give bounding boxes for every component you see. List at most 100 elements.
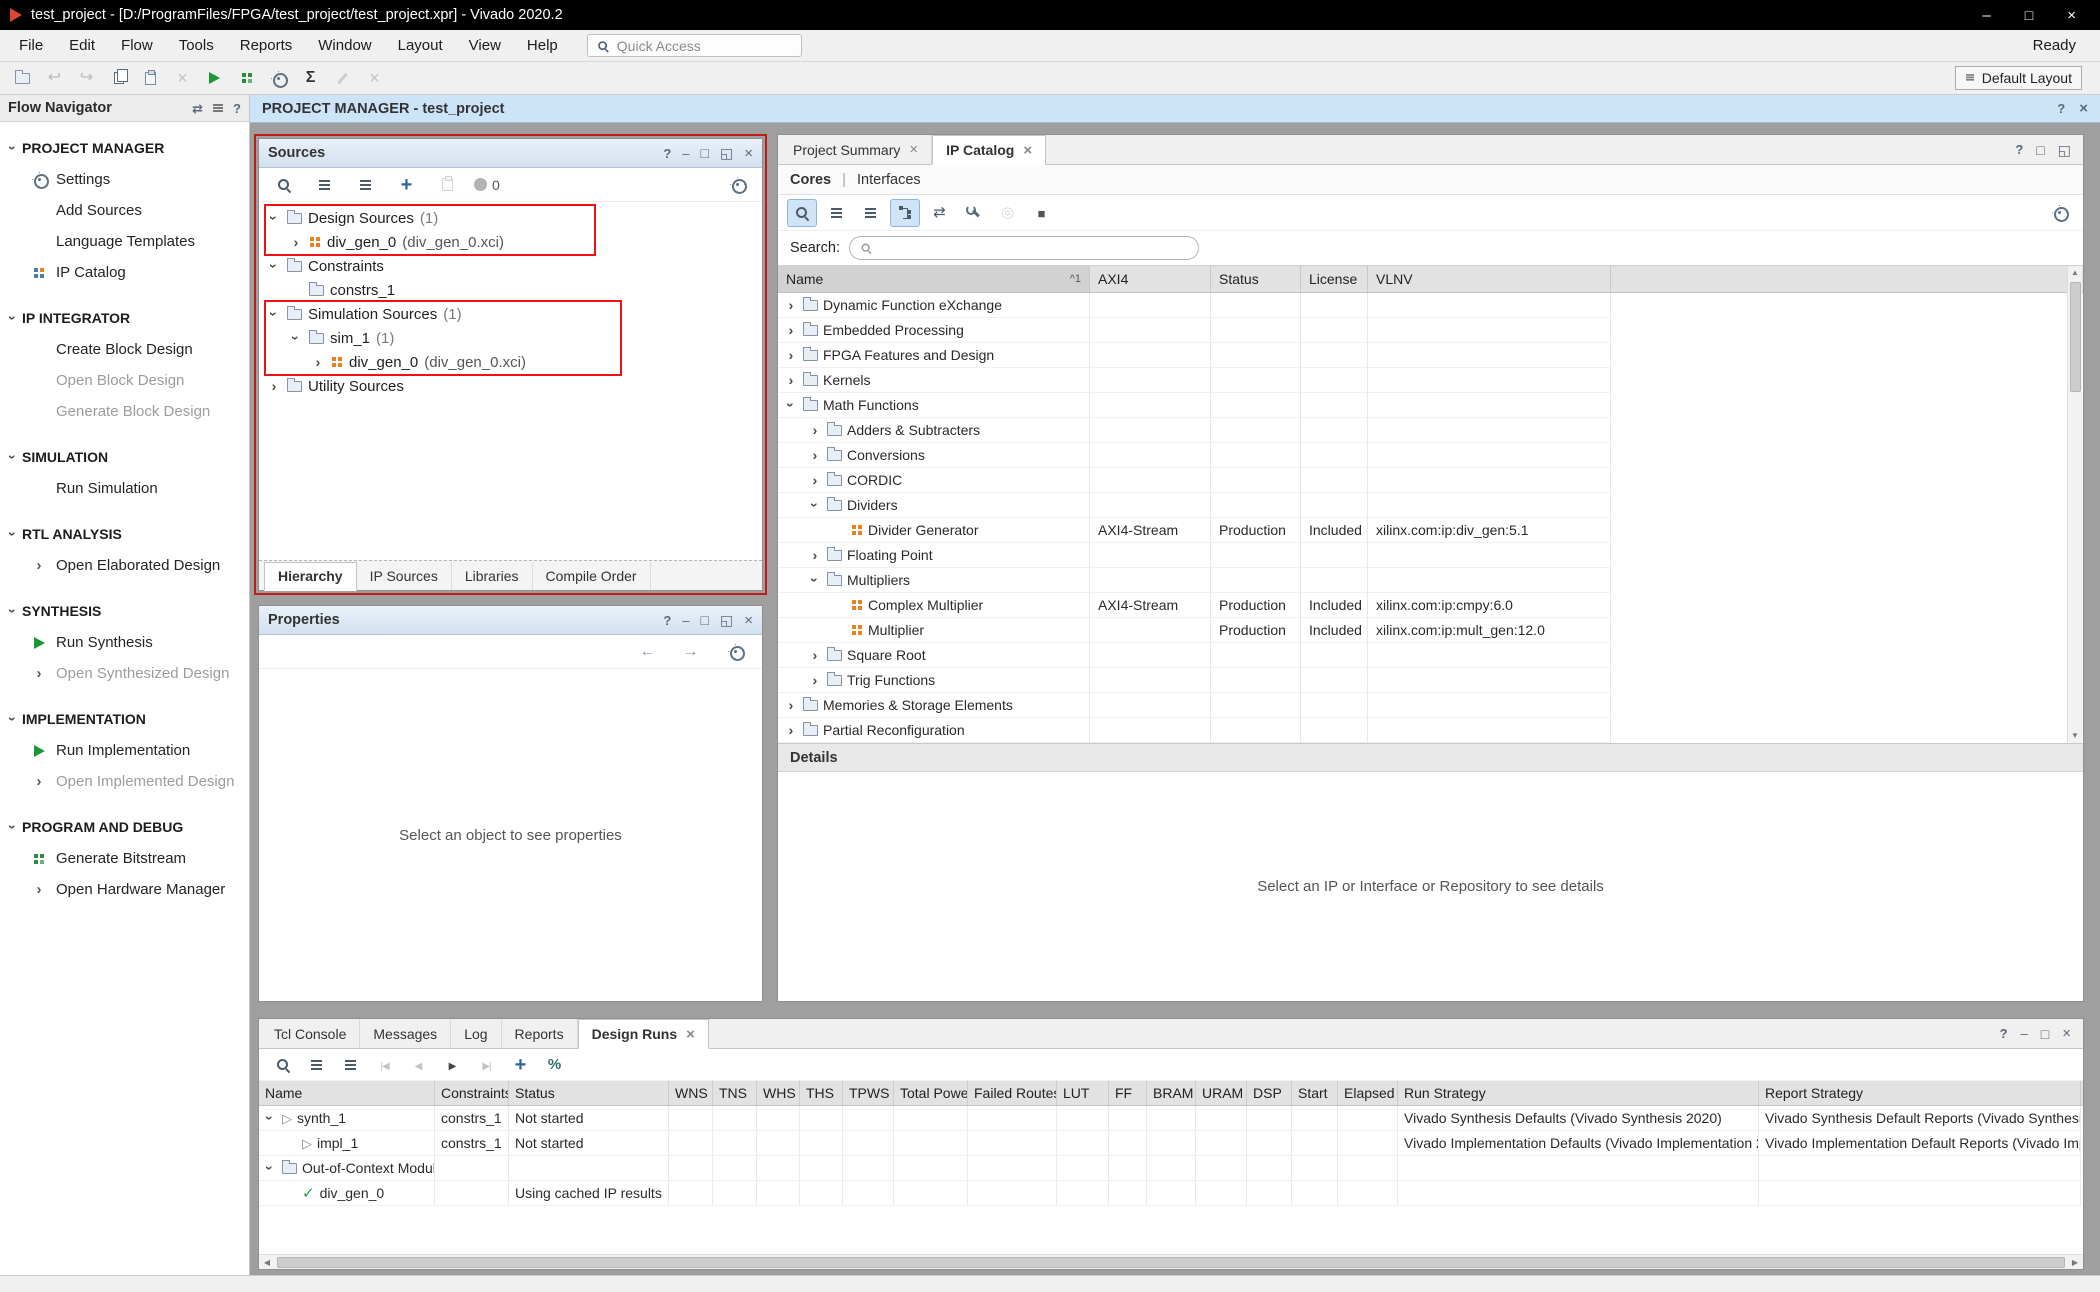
scrollbar-thumb[interactable] [2070,282,2081,392]
float-icon[interactable] [720,613,733,627]
twisty-icon[interactable] [784,322,798,338]
add-button[interactable] [392,172,421,198]
close-icon[interactable] [2067,8,2076,23]
step-forward-button[interactable] [472,1052,501,1078]
column-header-axi4[interactable]: AXI4 [1090,266,1211,292]
close-icon[interactable] [909,141,918,158]
vertical-scrollbar[interactable]: ▲ ▼ [2067,266,2082,743]
run-column-header-ths[interactable]: THS [800,1081,843,1105]
ip-catalog-row-memories-storage-elements[interactable]: Memories & Storage Elements [778,693,1611,718]
source-tree-item-constrs-1[interactable]: constrs_1 [259,278,762,302]
flow-item-open-block-design[interactable]: Open Block Design [0,365,249,396]
run-column-header-tpws[interactable]: TPWS [843,1081,894,1105]
flow-item-open-synthesized-design[interactable]: Open Synthesized Design [0,658,249,689]
run-column-header-wns[interactable]: WNS [669,1081,713,1105]
ip-catalog-row-dividers[interactable]: Dividers [778,493,1611,518]
maximize-icon[interactable] [2025,8,2033,23]
run-column-header-whs[interactable]: WHS [757,1081,800,1105]
twisty-icon[interactable] [808,447,822,463]
source-tree-item-div-gen-0[interactable]: div_gen_0(div_gen_0.xci) [259,230,762,254]
column-header-name[interactable]: Name^1 [778,266,1090,292]
twisty-icon[interactable] [784,372,798,388]
open-folder-button[interactable] [8,65,37,91]
twisty-icon[interactable] [266,211,282,225]
ip-catalog-row-cordic[interactable]: CORDIC [778,468,1611,493]
ip-catalog-row-conversions[interactable]: Conversions [778,443,1611,468]
ip-catalog-row-square-root[interactable]: Square Root [778,643,1611,668]
sources-tab-libraries[interactable]: Libraries [452,562,533,590]
close-icon[interactable] [744,146,753,161]
flow-item-open-implemented-design[interactable]: Open Implemented Design [0,766,249,797]
float-icon[interactable] [2058,143,2071,157]
twisty-icon[interactable] [311,354,325,370]
run-column-header-constraints[interactable]: Constraints [435,1081,509,1105]
source-tree-item-constraints[interactable]: Constraints [259,254,762,278]
add-button[interactable] [506,1052,535,1078]
wrench-button[interactable] [959,200,988,226]
ip-search-input[interactable] [878,240,1189,256]
scrollbar-thumb[interactable] [277,1257,2065,1268]
expand-all-button[interactable] [336,1052,365,1078]
view-tab-interfaces[interactable]: Interfaces [857,172,921,188]
run-column-header-elapsed[interactable]: Elapsed [1338,1081,1398,1105]
minimize-icon[interactable] [682,614,689,627]
ip-search-box[interactable] [849,236,1199,260]
flow-section-header-ip-integrator[interactable]: IP INTEGRATOR [0,302,249,334]
ip-catalog-row-partial-reconfiguration[interactable]: Partial Reconfiguration [778,718,1611,743]
ip-catalog-row-adders-subtracters[interactable]: Adders & Subtracters [778,418,1611,443]
properties-settings-button[interactable] [721,639,750,665]
run-column-header-run-strategy[interactable]: Run Strategy [1398,1081,1759,1105]
menu-view[interactable]: View [456,30,514,61]
horizontal-scrollbar[interactable]: ◀ ▶ [259,1254,2083,1269]
ip-catalog-row-multiplier[interactable]: MultiplierProductionIncludedxilinx.com:i… [778,618,1611,643]
design-run-row-div-gen-0[interactable]: div_gen_0Using cached IP results [259,1181,2081,1206]
flow-item-language-templates[interactable]: Language Templates [0,226,249,257]
source-tree-item-div-gen-0[interactable]: div_gen_0(div_gen_0.xci) [259,350,762,374]
run-column-header-start[interactable]: Start [1292,1081,1338,1105]
design-run-row-synth-1[interactable]: synth_1constrs_1Not startedVivado Synthe… [259,1106,2081,1131]
tab-project-summary[interactable]: Project Summary [780,135,932,164]
twisty-icon[interactable] [262,1161,278,1175]
clipboard-button[interactable] [433,172,462,198]
help-icon[interactable] [2057,102,2065,115]
undo-button[interactable] [40,65,69,91]
flow-section-header-program-and-debug[interactable]: PROGRAM AND DEBUG [0,811,249,843]
ip-catalog-row-divider-generator[interactable]: Divider GeneratorAXI4-StreamProductionIn… [778,518,1611,543]
sources-tab-hierarchy[interactable]: Hierarchy [264,562,357,591]
run-column-header-dsp[interactable]: DSP [1247,1081,1292,1105]
help-icon[interactable] [663,614,671,627]
copy-button[interactable] [104,65,133,91]
collapse-all-button[interactable] [822,200,851,226]
scroll-left-icon[interactable]: ◀ [259,1258,275,1267]
flow-item-open-hardware-manager[interactable]: Open Hardware Manager [0,874,249,905]
bottom-tab-log[interactable]: Log [451,1019,501,1048]
minimize-icon[interactable] [1982,8,1990,23]
step-first-button[interactable] [370,1052,399,1078]
run-column-header-failed-routes[interactable]: Failed Routes [968,1081,1057,1105]
column-header-vlnv[interactable]: VLNV [1368,266,1611,292]
flow-item-open-elaborated-design[interactable]: Open Elaborated Design [0,550,249,581]
forward-button[interactable] [676,639,705,665]
percent-button[interactable] [540,1052,569,1078]
help-icon[interactable] [233,102,241,115]
minimize-icon[interactable] [682,147,689,160]
menu-tools[interactable]: Tools [166,30,227,61]
menu-window[interactable]: Window [305,30,384,61]
twisty-icon[interactable] [807,573,823,587]
ip-catalog-row-complex-multiplier[interactable]: Complex MultiplierAXI4-StreamProductionI… [778,593,1611,618]
twisty-icon[interactable] [288,331,304,345]
twisty-icon[interactable] [808,472,822,488]
search-button[interactable] [787,199,817,227]
layout-selector[interactable]: Default Layout [1955,66,2082,90]
run-column-header-status[interactable]: Status [509,1081,669,1105]
tab-ip-catalog[interactable]: IP Catalog [932,135,1046,165]
source-tree-item-sim-1[interactable]: sim_1(1) [259,326,762,350]
bottom-tab-design-runs[interactable]: Design Runs [578,1019,709,1049]
twisty-icon[interactable] [262,1111,278,1125]
step-back-button[interactable] [404,1052,433,1078]
back-button[interactable] [633,639,662,665]
menu-file[interactable]: File [6,30,56,61]
sources-tab-compile-order[interactable]: Compile Order [533,562,651,590]
float-icon[interactable] [720,146,733,160]
maximize-icon[interactable] [701,146,709,160]
